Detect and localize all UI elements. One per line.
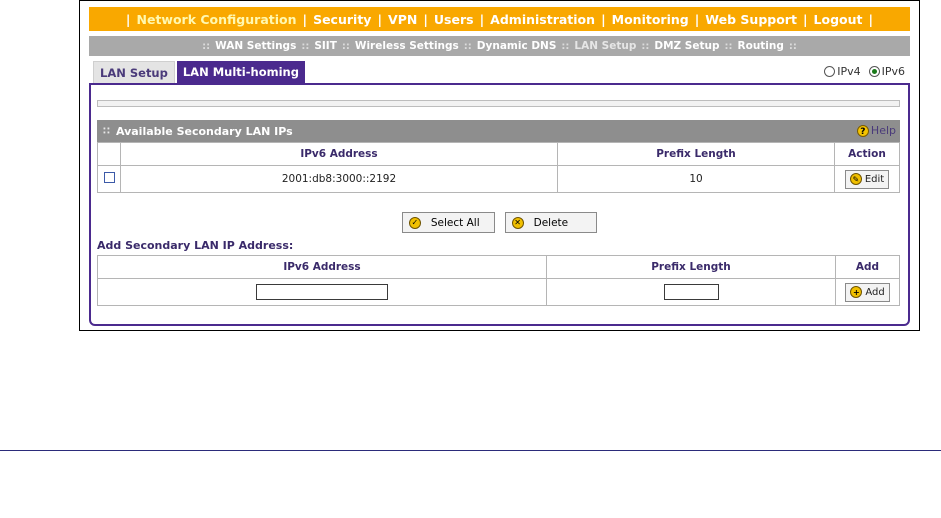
top-nav-logout[interactable]: Logout (814, 12, 863, 27)
sub-nav-dmz-setup[interactable]: DMZ Setup (654, 40, 719, 52)
top-nav-monitoring[interactable]: Monitoring (612, 12, 689, 27)
sub-nav-wan-settings[interactable]: WAN Settings (215, 40, 296, 52)
bulk-action-buttons: ✓ Select All ✕ Delete (91, 212, 908, 233)
prefix-length-input[interactable] (663, 284, 719, 300)
column-header-ipv6-address: IPv6 Address (120, 142, 558, 166)
sub-nav: :: WAN Settings :: SIIT :: Wireless Sett… (89, 36, 910, 56)
add-button-label: Add (865, 286, 885, 298)
ipv6-radio[interactable] (868, 66, 880, 77)
grip-icon: ∷ (103, 125, 110, 137)
select-column-header (97, 142, 121, 166)
delete-x-icon: ✕ (511, 216, 524, 229)
sub-nav-wireless-settings[interactable]: Wireless Settings (355, 40, 459, 52)
page-divider-line (0, 450, 941, 451)
sub-nav-dynamic-dns[interactable]: Dynamic DNS (477, 40, 557, 52)
checkmark-icon: ✓ (408, 216, 421, 229)
edit-button[interactable]: ✎ Edit (844, 169, 890, 189)
delete-button[interactable]: ✕ Delete (504, 212, 598, 233)
tab-lan-multi-homing[interactable]: LAN Multi-homing (176, 61, 305, 83)
ipv6-label: IPv6 (881, 65, 905, 78)
help-link[interactable]: ? Help (856, 124, 896, 137)
ipv6-address-input[interactable] (256, 284, 388, 300)
tab-lan-setup[interactable]: LAN Setup (93, 61, 175, 83)
delete-label: Delete (533, 216, 569, 229)
add-column-header-add: Add (835, 255, 900, 279)
add-column-header-ipv6-address: IPv6 Address (97, 255, 547, 279)
edit-pencil-icon: ✎ (849, 173, 862, 185)
row-prefix-length: 10 (557, 165, 835, 193)
top-nav-network-configuration[interactable]: Network Configuration (137, 12, 297, 27)
top-nav-vpn[interactable]: VPN (388, 12, 417, 27)
top-nav: | Network Configuration | Security | VPN… (89, 7, 910, 31)
add-column-header-prefix-length: Prefix Length (546, 255, 836, 279)
help-icon: ? (856, 124, 869, 137)
content-panel: ∷ Available Secondary LAN IPs ? Help IPv… (89, 83, 910, 326)
router-config-window: | Network Configuration | Security | VPN… (79, 0, 920, 331)
row-ipv6-address: 2001:db8:3000::2192 (120, 165, 558, 193)
add-button[interactable]: + Add (845, 282, 890, 302)
column-header-action: Action (834, 142, 900, 166)
available-section-header: ∷ Available Secondary LAN IPs ? Help (97, 120, 900, 142)
help-label: Help (870, 124, 896, 137)
sub-nav-lan-setup[interactable]: LAN Setup (574, 40, 636, 52)
add-ip-table: IPv6 Address Prefix Length Add + Add (97, 255, 900, 306)
available-ips-table: IPv6 Address Prefix Length Action 2001:d… (97, 142, 900, 193)
edit-button-label: Edit (864, 173, 885, 185)
plus-icon: + (850, 286, 863, 298)
table-row: 2001:db8:3000::2192 10 ✎ Edit (97, 165, 900, 193)
ip-version-selector: IPv4 IPv6 (824, 65, 905, 78)
sub-nav-routing[interactable]: Routing (738, 40, 784, 52)
select-all-label: Select All (430, 216, 480, 229)
ipv4-label: IPv4 (837, 65, 861, 78)
top-nav-users[interactable]: Users (434, 12, 474, 27)
ipv4-radio[interactable] (824, 66, 836, 77)
top-nav-web-support[interactable]: Web Support (705, 12, 797, 27)
row-checkbox[interactable] (103, 172, 115, 183)
add-section-title: Add Secondary LAN IP Address: (97, 239, 294, 252)
divider-bar (97, 100, 900, 107)
available-section-title: Available Secondary LAN IPs (115, 124, 293, 138)
column-header-prefix-length: Prefix Length (557, 142, 835, 166)
top-nav-security[interactable]: Security (313, 12, 371, 27)
select-all-button[interactable]: ✓ Select All (401, 212, 495, 233)
add-row: + Add (97, 278, 900, 306)
sub-nav-siit[interactable]: SIIT (314, 40, 337, 52)
tab-bar: LAN Setup LAN Multi-homing (93, 61, 307, 83)
top-nav-administration[interactable]: Administration (490, 12, 595, 27)
